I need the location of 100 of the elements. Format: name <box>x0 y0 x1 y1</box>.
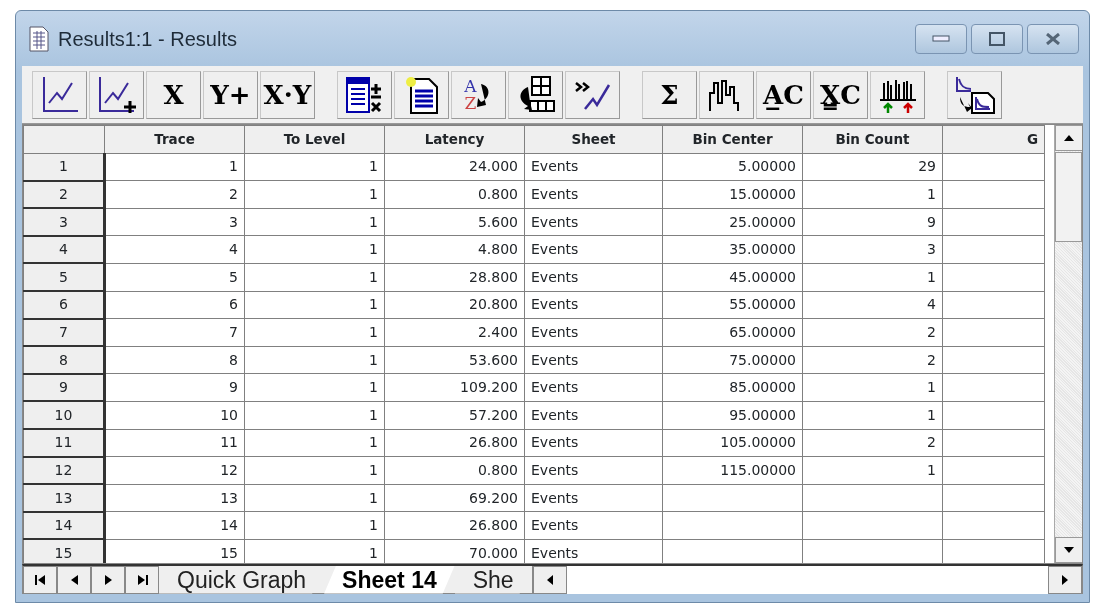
line-graph-button[interactable] <box>32 70 87 119</box>
scroll-left-button[interactable] <box>532 565 567 594</box>
table-cell: 14 <box>104 511 245 540</box>
right-arrow-icon <box>1060 573 1070 586</box>
table-cell: 95.00000 <box>662 401 803 430</box>
row-header[interactable]: 1 <box>23 153 105 181</box>
row-header[interactable]: 15 <box>23 539 105 563</box>
table-cell: 85.00000 <box>662 373 803 402</box>
row-header[interactable]: 7 <box>23 318 105 347</box>
minimize-button[interactable] <box>915 23 967 54</box>
maximize-icon <box>989 31 1005 46</box>
table-cell: 45.00000 <box>662 263 803 292</box>
table-cell: 1 <box>244 208 385 236</box>
table-cell: 4 <box>802 291 943 319</box>
row-header[interactable]: 8 <box>23 346 105 374</box>
table-cell: 6 <box>104 291 245 319</box>
table-cell: 5.00000 <box>662 153 803 181</box>
maximize-button[interactable] <box>971 23 1023 54</box>
table-cell: 1 <box>244 235 385 264</box>
row-header[interactable]: 6 <box>23 291 105 319</box>
row-header[interactable]: 9 <box>23 373 105 402</box>
table-cell: 0.800 <box>384 456 525 485</box>
histogram-button[interactable] <box>699 70 754 119</box>
table-cell: 35.00000 <box>662 235 803 264</box>
scroll-right-button[interactable] <box>1048 565 1082 594</box>
join-lines-button[interactable] <box>565 70 620 119</box>
row-header[interactable]: 13 <box>23 484 105 512</box>
table-cell: 8 <box>104 346 245 374</box>
grid-arrow-button[interactable] <box>508 70 563 119</box>
close-button[interactable] <box>1027 23 1079 54</box>
previous-sheet-button[interactable] <box>57 565 91 594</box>
table-cell: 12 <box>104 456 245 485</box>
table-cell: 1 <box>244 180 385 209</box>
table-cell: 105.00000 <box>662 429 803 457</box>
table-cell: Events <box>524 373 663 402</box>
column-header[interactable]: Sheet <box>571 131 616 148</box>
table-cell: Events <box>524 180 663 209</box>
row-header[interactable]: 10 <box>23 401 105 430</box>
table-cell: 69.200 <box>384 484 525 512</box>
new-sheet-button[interactable] <box>394 70 449 119</box>
table-cell: Events <box>524 208 663 236</box>
vertical-scrollbar[interactable] <box>1054 125 1082 563</box>
table-cell: 1 <box>244 346 385 374</box>
table-cell: 0.800 <box>384 180 525 209</box>
table-cell: 1 <box>244 318 385 347</box>
row-header[interactable]: 4 <box>23 235 105 264</box>
window-title: Results1:1 - Results <box>58 26 237 52</box>
column-header[interactable]: G <box>1026 131 1038 148</box>
first-sheet-button[interactable] <box>23 565 57 594</box>
table-cell: Events <box>524 318 663 347</box>
table-cell: 2.400 <box>384 318 525 347</box>
table-cell: 5 <box>104 263 245 292</box>
next-sheet-button[interactable] <box>91 565 125 594</box>
table-cell: 115.00000 <box>662 456 803 485</box>
row-header[interactable]: 12 <box>23 456 105 485</box>
table-cell: Events <box>524 153 663 181</box>
table-cell: 9 <box>802 208 943 236</box>
toolbar-button[interactable]: X <box>146 70 201 119</box>
table-cell: 1 <box>802 401 943 430</box>
scroll-thumb[interactable] <box>1055 152 1082 242</box>
table-cell: 4 <box>104 235 245 264</box>
up-arrow-icon <box>1063 134 1075 142</box>
row-header[interactable]: 2 <box>23 180 105 209</box>
last-sheet-button[interactable] <box>125 565 159 594</box>
table-cell: 28.800 <box>384 263 525 292</box>
toolbar-button[interactable]: X̳C <box>813 70 868 119</box>
first-arrow-icon <box>33 572 47 587</box>
table-cell: 1 <box>802 180 943 209</box>
table-cell: 2 <box>802 346 943 374</box>
table-cell: Events <box>524 429 663 457</box>
row-header[interactable]: 11 <box>23 429 105 457</box>
toolbar-button[interactable]: X·Y <box>260 70 315 119</box>
table-cell: 1 <box>802 373 943 402</box>
table-cell: 1 <box>244 153 385 181</box>
table-cell: 2 <box>802 318 943 347</box>
toolbar-button[interactable]: Σ <box>642 70 697 119</box>
table-cell: 1 <box>244 456 385 485</box>
sort-button[interactable]: A Z <box>451 70 506 119</box>
table-cell: 1 <box>244 291 385 319</box>
row-header[interactable]: 5 <box>23 263 105 292</box>
row-header[interactable]: 14 <box>23 511 105 540</box>
sheet-tab[interactable]: Sheet 14 <box>324 565 455 594</box>
toolbar-button[interactable]: Y+ <box>203 70 258 119</box>
copy-graph-button[interactable] <box>947 70 1002 119</box>
column-header[interactable]: Trace <box>154 131 195 148</box>
table-cell: 109.200 <box>384 373 525 402</box>
add-graph-button[interactable] <box>89 70 144 119</box>
table-cell: 1 <box>244 263 385 292</box>
table-cell: 65.00000 <box>662 318 803 347</box>
scroll-up-button[interactable] <box>1055 125 1082 151</box>
table-cell: 53.600 <box>384 346 525 374</box>
table-calc-button[interactable] <box>337 70 392 119</box>
row-header[interactable]: 3 <box>23 208 105 236</box>
event-bars-button[interactable] <box>870 70 925 119</box>
table-cell: Events <box>524 346 663 374</box>
table-cell: 11 <box>104 429 245 457</box>
down-arrow-icon <box>1063 546 1075 554</box>
table-cell: 9 <box>104 373 245 402</box>
scroll-down-button[interactable] <box>1055 537 1082 563</box>
toolbar-button[interactable]: A̲C <box>756 70 811 119</box>
